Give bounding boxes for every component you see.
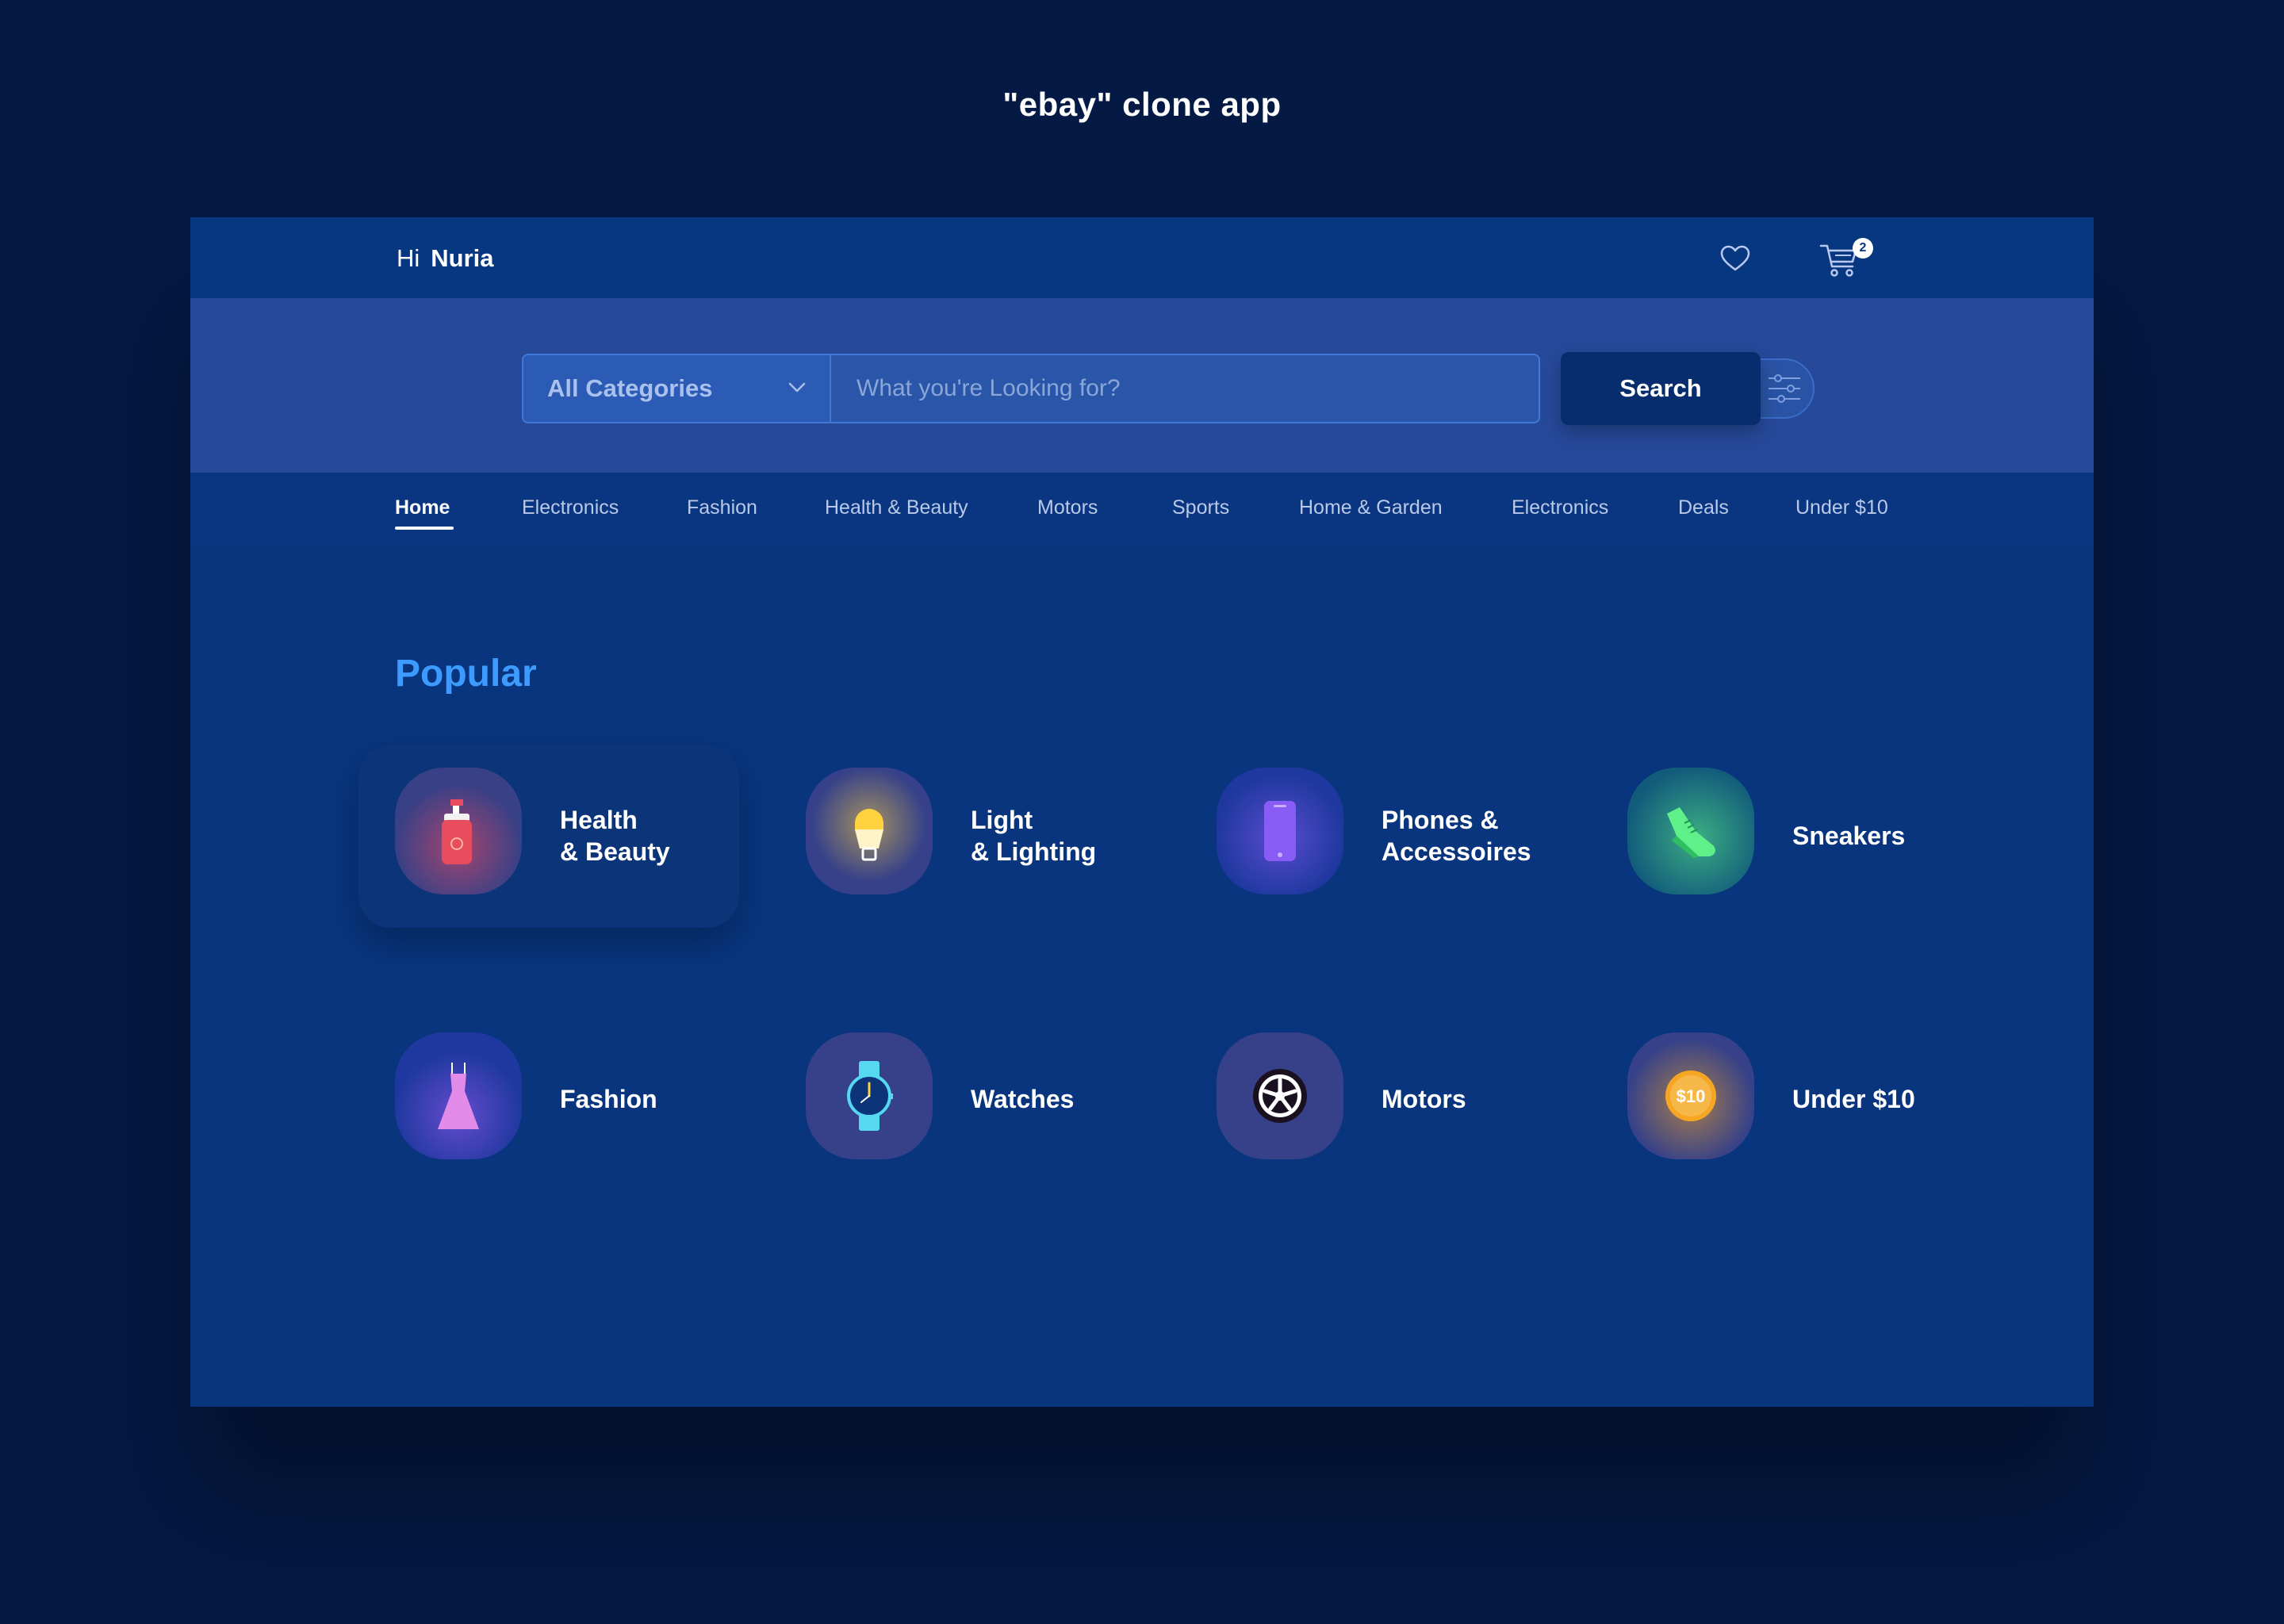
user-name[interactable]: Nuria [431,244,493,272]
nav-item-home-garden[interactable]: Home & Garden [1299,496,1443,519]
sliders-icon [1769,374,1800,403]
nav-item-fashion[interactable]: Fashion [687,496,757,519]
category-icon-bg [395,768,522,894]
nav-item-under-10[interactable]: Under $10 [1795,496,1888,519]
greeting-prefix: Hi [397,244,420,272]
app-window: HiNuria 2 All Categories Se [190,217,2094,1407]
category-card-motors[interactable]: Motors [1180,1010,1561,1193]
light-bulb-icon [806,768,933,894]
category-label: Watches [971,1085,1075,1113]
lotion-bottle-icon [395,768,522,894]
nav-item-health-beauty[interactable]: Health & Beauty [825,496,968,519]
category-icon-bg [806,768,933,894]
category-card-sneakers[interactable]: Sneakers [1591,745,1972,928]
category-card-health-beauty[interactable]: Health & Beauty [358,745,739,928]
category-label: Fashion [560,1085,657,1113]
search-input[interactable] [830,354,1540,423]
watch-icon [847,1061,893,1131]
coin-text: $10 [1677,1086,1706,1106]
category-icon-bg [1217,768,1343,894]
category-card-watches[interactable]: Watches [769,1010,1150,1193]
dress-icon [395,1032,522,1159]
category-card-under-10[interactable]: $10 Under $10 [1591,1010,1972,1193]
chevron-down-icon [788,382,806,393]
category-icon-bg: $10 [1627,1032,1754,1159]
nav-item-deals[interactable]: Deals [1678,496,1729,519]
category-icon-bg [806,1032,933,1159]
page-title: "ebay" clone app [1002,86,1282,123]
nav-item-home[interactable]: Home [395,496,450,519]
category-label: Light & Lighting [971,806,1097,866]
category-label: Under $10 [1792,1085,1915,1113]
category-nav: Home Electronics Fashion Health & Beauty… [190,473,2094,546]
category-card-light-lighting[interactable]: Light & Lighting [769,745,1150,928]
top-bar: Hi Nuria 2 [190,217,2094,298]
category-card-fashion[interactable]: Fashion [358,1010,739,1193]
nav-item-electronics[interactable]: Electronics [522,496,619,519]
greeting: Hi Nuria [397,244,494,273]
section-title-popular: Popular [395,653,537,695]
nav-item-electronics-2[interactable]: Electronics [1512,496,1608,519]
category-label: Sneakers [1792,822,1906,850]
nav-item-motors[interactable]: Motors [1037,496,1098,519]
category-label: Phones & Accessoires [1382,806,1531,866]
category-icon-bg [1627,768,1754,894]
search-area: All Categories Search [190,298,2094,473]
heart-icon [1720,245,1750,271]
category-dropdown-label: All Categories [547,374,713,402]
nav-active-indicator [395,527,454,530]
nav-item-sports[interactable]: Sports [1172,496,1229,519]
cart-count-badge: 2 [1853,238,1873,259]
category-card-phones-accessories[interactable]: Phones & Accessoires [1180,745,1561,928]
search-button[interactable]: Search [1561,352,1761,425]
wheel-icon [1253,1069,1307,1123]
category-icon-bg [395,1032,522,1159]
category-label: Motors [1382,1085,1466,1113]
category-label: Health & Beauty [560,806,670,866]
category-dropdown[interactable]: All Categories [522,354,830,423]
wishlist-button[interactable] [1711,235,1759,282]
cart-button[interactable]: 2 [1818,233,1873,285]
sneaker-icon [1627,768,1754,894]
phone-icon [1217,768,1343,894]
category-icon-bg [1217,1032,1343,1159]
coin-icon: $10 [1627,1032,1754,1159]
